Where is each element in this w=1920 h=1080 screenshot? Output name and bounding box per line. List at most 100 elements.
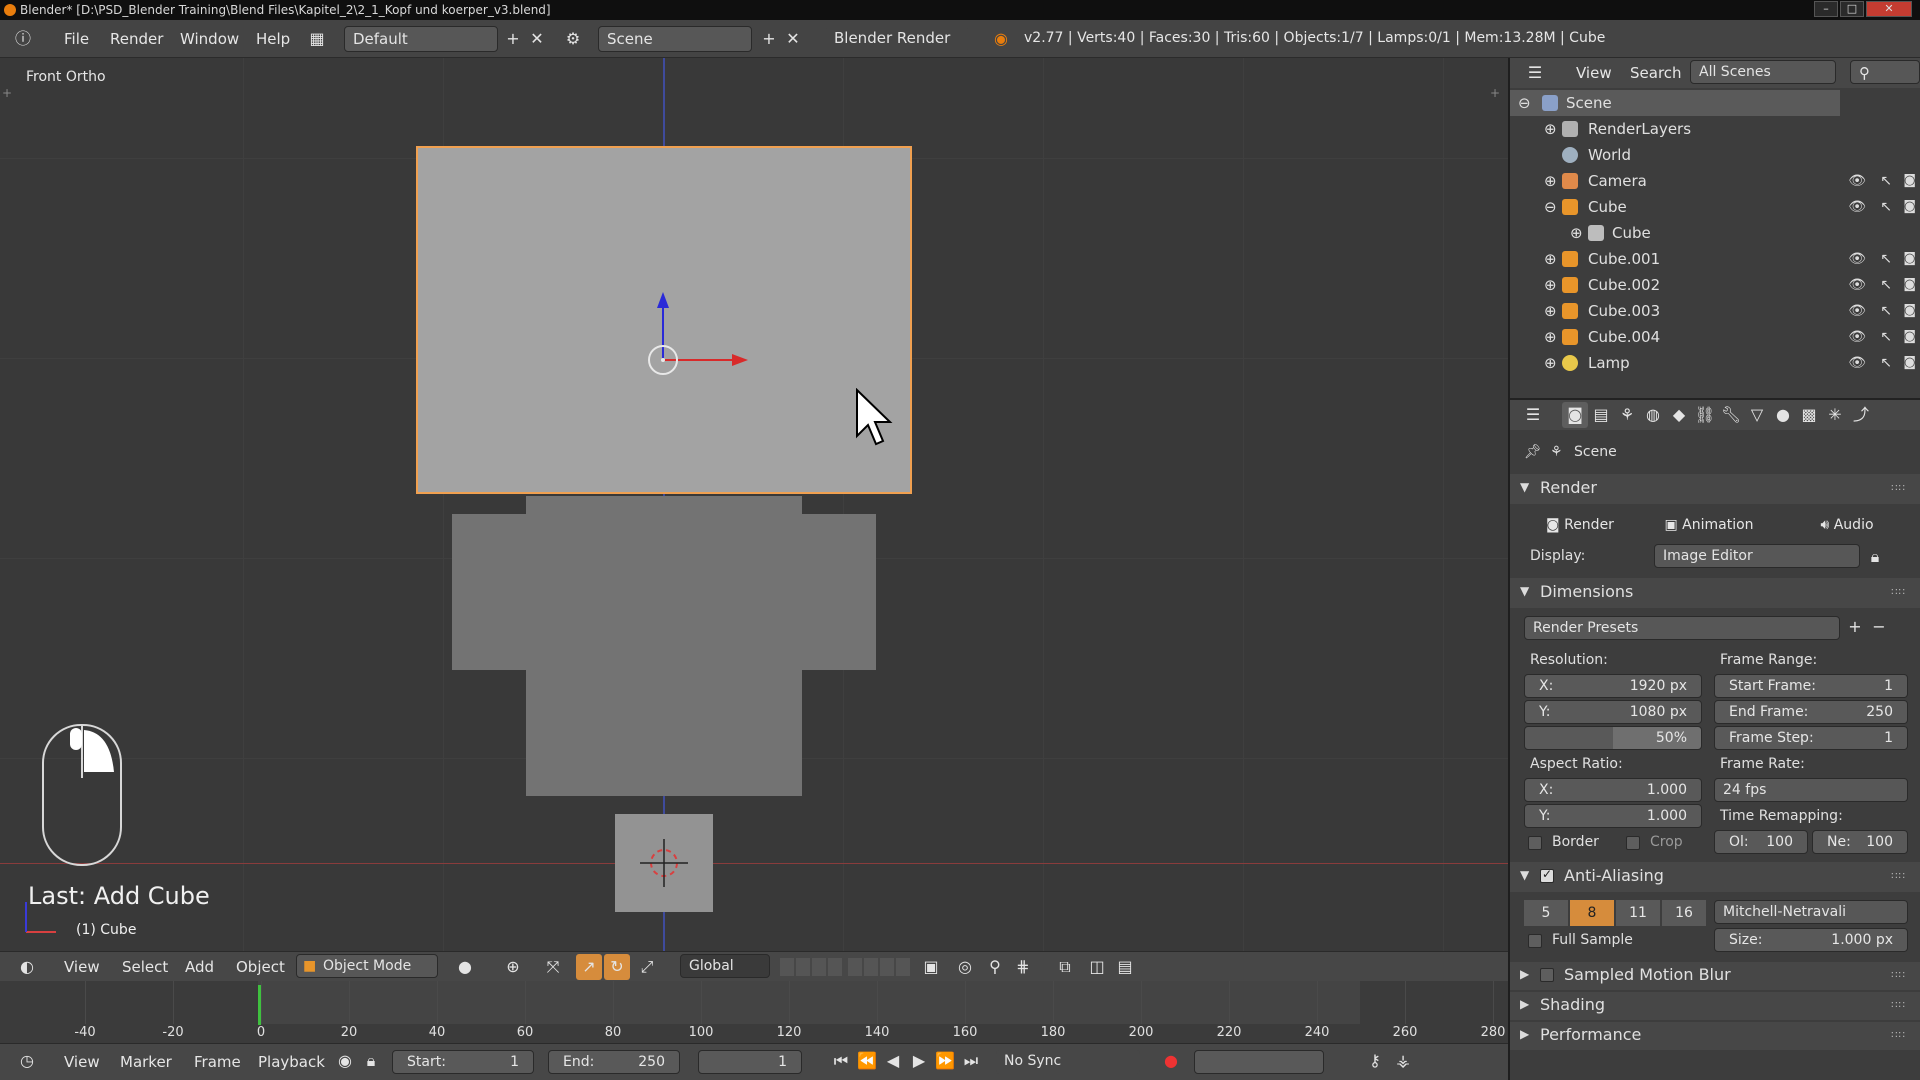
render-engine-select[interactable]: Blender Render — [826, 26, 968, 52]
render-presets-select[interactable]: Render Presets — [1524, 616, 1840, 640]
renderable-camera-icon[interactable]: ◙ — [1903, 324, 1916, 350]
info-editor-type-icon[interactable]: ⓘ — [10, 26, 36, 52]
renderable-camera-icon[interactable]: ◙ — [1903, 298, 1916, 324]
renderable-camera-icon[interactable]: ◙ — [1903, 168, 1916, 194]
render-preview-icon[interactable]: ⧉ — [1052, 954, 1078, 980]
remove-preset-icon[interactable]: − — [1866, 614, 1892, 640]
drag-handle-icon[interactable]: ∷∷ — [1891, 1030, 1906, 1041]
outliner-item-camera[interactable]: ⊕ Camera 👁︎ ↖ ◙ — [1510, 168, 1920, 194]
scene-field[interactable]: Scene — [598, 26, 752, 52]
opengl-render-icon[interactable]: ◫ — [1084, 954, 1110, 980]
selectable-arrow-icon[interactable]: ↖ — [1880, 324, 1892, 350]
selectable-arrow-icon[interactable]: ↖ — [1880, 246, 1892, 272]
display-select[interactable]: Image Editor — [1654, 544, 1860, 568]
properties-expand-icon[interactable]: + — [1490, 86, 1500, 100]
outliner-item-cube004[interactable]: ⊕ Cube.004 👁︎ ↖ ◙ — [1510, 324, 1920, 350]
scale-manipulator-icon[interactable]: ⤢ — [634, 954, 660, 980]
resolution-y-field[interactable]: Y: 1080 px — [1524, 700, 1702, 724]
expand-icon[interactable]: ⊕ — [1544, 324, 1557, 350]
add-layout-icon[interactable]: + — [500, 26, 526, 52]
lock-range-icon[interactable]: 🔒︎ — [358, 1048, 384, 1074]
aspect-x-field[interactable]: X: 1.000 — [1524, 778, 1702, 802]
viewport-menu-add[interactable]: Add — [185, 958, 214, 976]
layer-buttons-2[interactable] — [848, 958, 912, 976]
pivot-point-icon[interactable]: ⊕ — [500, 954, 526, 980]
timeline-menu-marker[interactable]: Marker — [120, 1053, 172, 1071]
aa-samples-8-button[interactable]: 8 — [1570, 900, 1614, 926]
aspect-y-field[interactable]: Y: 1.000 — [1524, 804, 1702, 828]
expand-icon[interactable]: ⊕ — [1544, 272, 1557, 298]
visibility-eye-icon[interactable]: 👁︎ — [1848, 350, 1866, 376]
timeline-menu-frame[interactable]: Frame — [194, 1053, 241, 1071]
viewport-menu-object[interactable]: Object — [236, 958, 285, 976]
screen-layout-icon[interactable]: ▦ — [304, 26, 330, 52]
anti-aliasing-panel-header[interactable]: ▼ ✓ Anti-Aliasing ∷∷ — [1510, 862, 1920, 892]
translate-manipulator-icon[interactable]: ↗ — [576, 954, 602, 980]
animation-button[interactable]: ▣ Animation — [1644, 512, 1774, 538]
filter-size-field[interactable]: Size: 1.000 px — [1714, 928, 1908, 952]
modifiers-tab-icon[interactable]: 🔧︎ — [1718, 402, 1744, 428]
audio-button[interactable]: 🔊︎ Audio — [1782, 512, 1912, 538]
aa-filter-select[interactable]: Mitchell-Netravali — [1714, 900, 1908, 924]
expand-icon[interactable]: ⊕ — [1570, 220, 1583, 246]
outliner-menu-search[interactable]: Search — [1630, 64, 1682, 82]
add-scene-icon[interactable]: + — [756, 26, 782, 52]
particles-tab-icon[interactable]: ✳ — [1822, 402, 1848, 428]
drag-handle-icon[interactable]: ∷∷ — [1891, 871, 1906, 882]
outliner-item-cube001[interactable]: ⊕ Cube.001 👁︎ ↖ ◙ — [1510, 246, 1920, 272]
menu-help[interactable]: Help — [256, 30, 290, 48]
selectable-arrow-icon[interactable]: ↖ — [1880, 168, 1892, 194]
shading-panel-header[interactable]: ▶ Shading ∷∷ — [1510, 992, 1920, 1020]
renderable-camera-icon[interactable]: ◙ — [1903, 194, 1916, 220]
outliner-item-cube[interactable]: ⊖ Cube 👁︎ ↖ ◙ — [1510, 194, 1920, 220]
collapse-icon[interactable]: ⊖ — [1518, 90, 1531, 116]
menu-file[interactable]: File — [64, 30, 89, 48]
remove-layout-icon[interactable]: ✕ — [524, 26, 550, 52]
properties-editor-icon[interactable]: ☰ — [1520, 402, 1546, 428]
active-keying-set-field[interactable] — [1194, 1050, 1324, 1074]
world-tab-icon[interactable]: ◍ — [1640, 402, 1666, 428]
layer-buttons-1[interactable] — [780, 958, 844, 976]
outliner-display-select[interactable]: All Scenes — [1690, 60, 1836, 84]
render-button[interactable]: ◙ Render — [1524, 512, 1636, 538]
texture-tab-icon[interactable]: ▩ — [1796, 402, 1822, 428]
renderable-camera-icon[interactable]: ◙ — [1903, 246, 1916, 272]
collapse-icon[interactable]: ⊖ — [1544, 194, 1557, 220]
scene-icon[interactable]: ⚙ — [560, 26, 586, 52]
anti-aliasing-checkbox[interactable]: ✓ — [1540, 867, 1554, 883]
screen-layout-field[interactable]: Default — [344, 26, 498, 52]
frame-rate-select[interactable]: 24 fps — [1714, 778, 1908, 802]
border-checkbox[interactable] — [1528, 836, 1542, 850]
selectable-arrow-icon[interactable]: ↖ — [1880, 350, 1892, 376]
expand-icon[interactable]: ⊕ — [1544, 168, 1557, 194]
sync-mode-select[interactable]: No Sync — [996, 1050, 1140, 1074]
proportional-edit-icon[interactable]: ◎ — [952, 954, 978, 980]
outliner-search-field[interactable]: ⚲ — [1850, 60, 1920, 84]
insert-keyframe-icon[interactable]: ⚷ — [1362, 1048, 1388, 1074]
resolution-x-field[interactable]: X: 1920 px — [1524, 674, 1702, 698]
snap-element-icon[interactable]: ⋕ — [1010, 954, 1036, 980]
outliner-item-renderlayers[interactable]: ⊕ RenderLayers — [1510, 116, 1920, 142]
cube-arms-mesh[interactable] — [452, 514, 876, 670]
scene-tab-icon[interactable]: ⚘ — [1614, 402, 1640, 428]
visibility-eye-icon[interactable]: 👁︎ — [1848, 324, 1866, 350]
render-layers-tab-icon[interactable]: ▤ — [1588, 402, 1614, 428]
transform-manipulator[interactable] — [640, 288, 760, 388]
time-remap-new-field[interactable]: Ne: 100 — [1812, 830, 1908, 854]
jump-start-icon[interactable]: ⏮ — [828, 1048, 854, 1074]
toolshelf-expand-icon[interactable]: + — [2, 86, 12, 100]
manipulator-toggle-icon[interactable]: ⤧ — [540, 954, 566, 980]
keying-set-icon[interactable]: ◉ — [332, 1048, 358, 1074]
expand-icon[interactable]: ⊕ — [1544, 350, 1557, 376]
end-frame-field[interactable]: End: 250 — [548, 1050, 680, 1074]
expand-icon[interactable]: ⊕ — [1544, 246, 1557, 272]
resolution-percentage-slider[interactable]: 50% — [1524, 726, 1702, 750]
aa-samples-11-button[interactable]: 11 — [1616, 900, 1660, 926]
play-reverse-icon[interactable]: ◀ — [880, 1048, 906, 1074]
jump-key-back-icon[interactable]: ⏪ — [854, 1048, 880, 1074]
pin-icon[interactable]: 📌︎ — [1524, 444, 1542, 460]
viewport-shading-icon[interactable]: ● — [452, 954, 478, 980]
expand-icon[interactable]: ⊕ — [1544, 298, 1557, 324]
crop-checkbox[interactable] — [1626, 836, 1640, 850]
snap-toggle-icon[interactable]: ⚲ — [982, 954, 1008, 980]
